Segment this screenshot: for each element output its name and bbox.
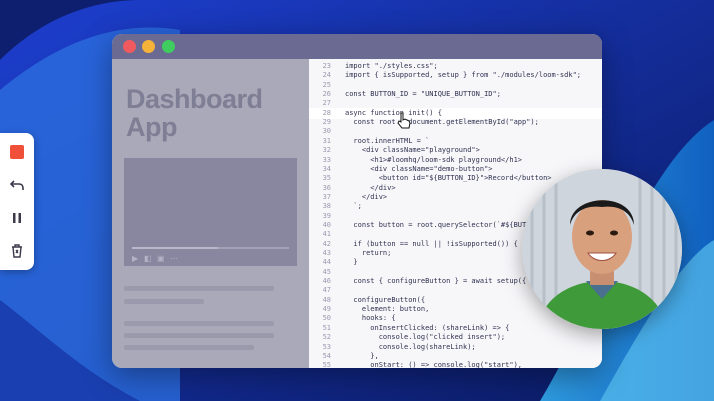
dashboard-title-line1: Dashboard (126, 84, 263, 114)
app-window: Dashboard App ▶ ◧ ▣ ⋯ 23 import "./styles… (112, 34, 602, 368)
fullscreen-icon[interactable]: ⋯ (170, 254, 178, 263)
stop-record-button[interactable] (0, 139, 34, 165)
video-progress-bar[interactable] (132, 247, 289, 249)
video-player[interactable]: ▶ ◧ ▣ ⋯ (124, 158, 297, 266)
code-text: onStart: () => console.log("start"), (345, 361, 523, 368)
play-icon[interactable]: ▶ (132, 254, 138, 263)
stop-icon (10, 145, 24, 159)
skeleton-line (124, 333, 274, 338)
skeleton-line (124, 299, 204, 304)
line-number: 55 (322, 361, 331, 368)
recording-toolbar (0, 133, 34, 270)
volume-icon[interactable]: ◧ (144, 254, 152, 263)
close-window-button[interactable] (123, 40, 136, 53)
dashboard-preview: Dashboard App ▶ ◧ ▣ ⋯ (112, 59, 309, 368)
window-titlebar (112, 34, 602, 59)
delete-button[interactable] (0, 238, 34, 264)
pause-icon (13, 213, 21, 223)
dashboard-title-line2: App (126, 112, 177, 142)
pause-button[interactable] (0, 205, 34, 231)
webcam-bubble[interactable] (522, 169, 682, 329)
presenter-avatar (522, 169, 682, 329)
dashboard-title: Dashboard App (126, 85, 263, 141)
undo-icon (10, 180, 24, 190)
zoom-window-button[interactable] (162, 40, 175, 53)
minimize-window-button[interactable] (142, 40, 155, 53)
undo-button[interactable] (0, 172, 34, 198)
code-line: 55 onStart: () => console.log("start"), (309, 360, 602, 368)
skeleton-line (124, 321, 274, 326)
hand-pointer-icon (397, 112, 411, 129)
skeleton-line (124, 345, 254, 350)
captions-icon[interactable]: ▣ (157, 254, 165, 263)
trash-icon (12, 244, 22, 258)
skeleton-line (124, 286, 274, 291)
